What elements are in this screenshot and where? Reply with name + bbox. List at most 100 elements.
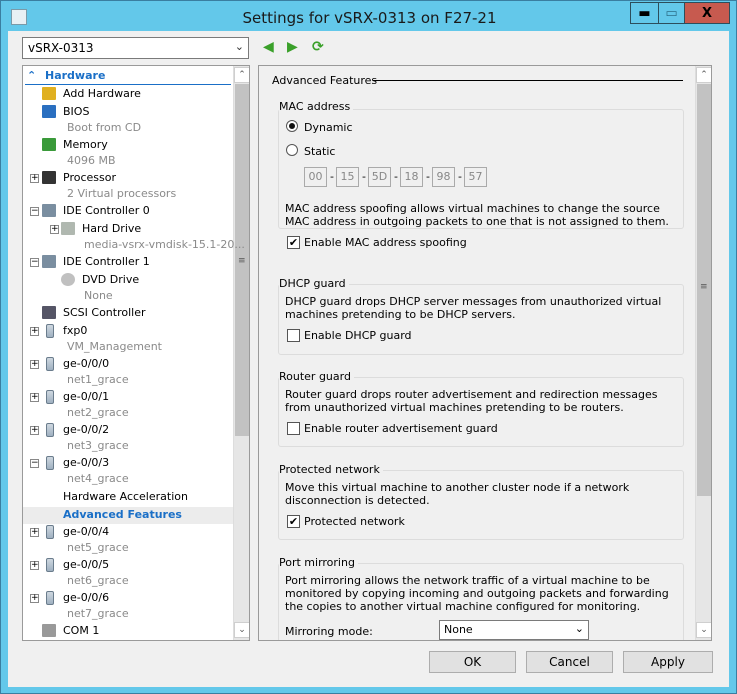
- mac-octet-2[interactable]: 15: [336, 167, 359, 187]
- tree-item-ide-controller-1[interactable]: IDE Controller 1: [63, 255, 150, 269]
- tree-item-ge-0-0-4[interactable]: ge-0/0/4: [63, 525, 109, 539]
- static-label: Static: [304, 145, 336, 158]
- expand-icon[interactable]: +: [30, 426, 39, 435]
- mac-spoofing-checkbox[interactable]: ✔: [287, 236, 300, 249]
- expand-icon[interactable]: +: [30, 174, 39, 183]
- mirroring-mode-select[interactable]: None ⌄: [439, 620, 589, 640]
- nic-icon: [46, 525, 54, 539]
- mac-spoofing-label: Enable MAC address spoofing: [304, 236, 467, 249]
- panel-heading: Advanced Features: [272, 74, 378, 87]
- mem-icon: [42, 138, 56, 151]
- ctl-icon: [42, 255, 56, 268]
- protected-network-checkbox[interactable]: ✔: [287, 515, 300, 528]
- mac-octet-4[interactable]: 18: [400, 167, 423, 187]
- tree-scrollbar[interactable]: ⌃ ⌄ ≡: [233, 66, 249, 640]
- dynamic-radio[interactable]: [286, 120, 298, 132]
- add-icon: [42, 87, 56, 100]
- static-radio[interactable]: [286, 144, 298, 156]
- tree-item-ge-0-0-0[interactable]: ge-0/0/0: [63, 357, 109, 371]
- collapse-icon[interactable]: −: [30, 207, 39, 216]
- expand-icon[interactable]: +: [30, 393, 39, 402]
- protected-description: Move this virtual machine to another clu…: [285, 481, 630, 507]
- mac-octet-5[interactable]: 98: [432, 167, 455, 187]
- tree-item-ge-0-0-1[interactable]: ge-0/0/1: [63, 390, 109, 404]
- grip-icon: ≡: [238, 256, 246, 266]
- mac-octet-3[interactable]: 5D: [368, 167, 391, 187]
- hardware-tree: ⌃ Hardware ⌃ ⌄ ≡ Add Hardware BIOS Boot fr…: [22, 65, 250, 641]
- tree-item-detail: Boot from CD: [67, 121, 142, 134]
- mac-separator: -: [330, 170, 334, 183]
- nic-icon: [46, 357, 54, 371]
- tree-item-detail: net5_grace: [67, 541, 129, 554]
- tree-item-bios[interactable]: BIOS: [63, 105, 89, 119]
- tree-item-memory[interactable]: Memory: [63, 138, 108, 152]
- collapse-icon[interactable]: −: [30, 459, 39, 468]
- expand-icon[interactable]: +: [50, 225, 59, 234]
- expand-icon[interactable]: +: [30, 327, 39, 336]
- tree-item-ge-0-0-2[interactable]: ge-0/0/2: [63, 423, 109, 437]
- heading-rule: [373, 80, 683, 81]
- router-guard-checkbox[interactable]: [287, 422, 300, 435]
- bios-icon: [42, 105, 56, 118]
- tree-item-detail: media-vsrx-vmdisk-15.1-20...: [84, 238, 245, 251]
- vm-selector[interactable]: vSRX-0313 ⌄: [22, 37, 249, 59]
- scroll-up-icon[interactable]: ⌃: [234, 67, 249, 83]
- tree-item-detail: net4_grace: [67, 472, 129, 485]
- tree-item-detail: VM_Management: [67, 340, 162, 353]
- scroll-up-icon[interactable]: ⌃: [696, 67, 711, 83]
- mac-separator: -: [426, 170, 430, 183]
- apply-button[interactable]: Apply: [623, 651, 713, 673]
- collapse-icon[interactable]: −: [30, 258, 39, 267]
- router-guard-label: Enable router advertisement guard: [304, 422, 498, 435]
- mac-separator: -: [394, 170, 398, 183]
- forward-icon[interactable]: ▶: [287, 39, 298, 55]
- mac-octet-6[interactable]: 57: [464, 167, 487, 187]
- cancel-button[interactable]: Cancel: [526, 651, 613, 673]
- dhcp-description: DHCP guard drops DHCP server messages fr…: [285, 295, 662, 321]
- tree-item-com-1[interactable]: COM 1: [63, 624, 99, 638]
- nic-icon: [46, 558, 54, 572]
- tree-item-hard-drive[interactable]: Hard Drive: [82, 222, 141, 236]
- tree-item-detail: net3_grace: [67, 439, 129, 452]
- disk-icon: [61, 222, 75, 235]
- tree-item-ge-0-0-3[interactable]: ge-0/0/3: [63, 456, 109, 470]
- tree-item-scsi-controller[interactable]: SCSI Controller: [63, 306, 146, 320]
- maximize-button[interactable]: ▭: [658, 2, 685, 24]
- refresh-icon[interactable]: ⟳: [312, 39, 324, 55]
- grip-icon: ≡: [700, 282, 708, 292]
- tree-item-add-hardware[interactable]: Add Hardware: [63, 87, 141, 101]
- tree-item-detail: None: [84, 289, 113, 302]
- tree-item-ge-0-0-5[interactable]: ge-0/0/5: [63, 558, 109, 572]
- tree-section-hardware[interactable]: Hardware: [45, 69, 105, 83]
- tree-item-hardware-acceleration[interactable]: Hardware Acceleration: [63, 490, 188, 504]
- expand-icon[interactable]: +: [30, 594, 39, 603]
- scsi-icon: [42, 306, 56, 319]
- tree-item-advanced-features[interactable]: Advanced Features: [63, 508, 182, 522]
- mac-octet-1[interactable]: 00: [304, 167, 327, 187]
- expand-icon[interactable]: +: [30, 528, 39, 537]
- protected-network-label: Protected network: [304, 515, 405, 528]
- tree-item-fxp0[interactable]: fxp0: [63, 324, 87, 338]
- nic-icon: [46, 456, 54, 470]
- router-description: Router guard drops router advertisement …: [285, 388, 658, 414]
- tree-item-processor[interactable]: Processor: [63, 171, 116, 185]
- minimize-button[interactable]: ▬: [630, 2, 659, 24]
- tree-item-dvd-drive[interactable]: DVD Drive: [82, 273, 139, 287]
- tree-item-ide-controller-0[interactable]: IDE Controller 0: [63, 204, 150, 218]
- close-button[interactable]: X: [684, 2, 730, 24]
- mirroring-description: Port mirroring allows the network traffi…: [285, 574, 669, 613]
- tree-item-ge-0-0-6[interactable]: ge-0/0/6: [63, 591, 109, 605]
- scroll-down-icon[interactable]: ⌄: [696, 622, 711, 638]
- protected-group-label: Protected network: [279, 463, 383, 476]
- collapse-section-icon[interactable]: ⌃: [27, 69, 36, 83]
- dhcp-guard-checkbox[interactable]: [287, 329, 300, 342]
- expand-icon[interactable]: +: [30, 360, 39, 369]
- cpu-icon: [42, 171, 56, 184]
- mirroring-mode-value: None: [444, 623, 473, 636]
- scroll-down-icon[interactable]: ⌄: [234, 622, 249, 638]
- mac-separator: -: [458, 170, 462, 183]
- ok-button[interactable]: OK: [429, 651, 516, 673]
- expand-icon[interactable]: +: [30, 561, 39, 570]
- back-icon[interactable]: ◀: [263, 39, 274, 55]
- panel-scrollbar[interactable]: ⌃ ⌄ ≡: [695, 66, 711, 640]
